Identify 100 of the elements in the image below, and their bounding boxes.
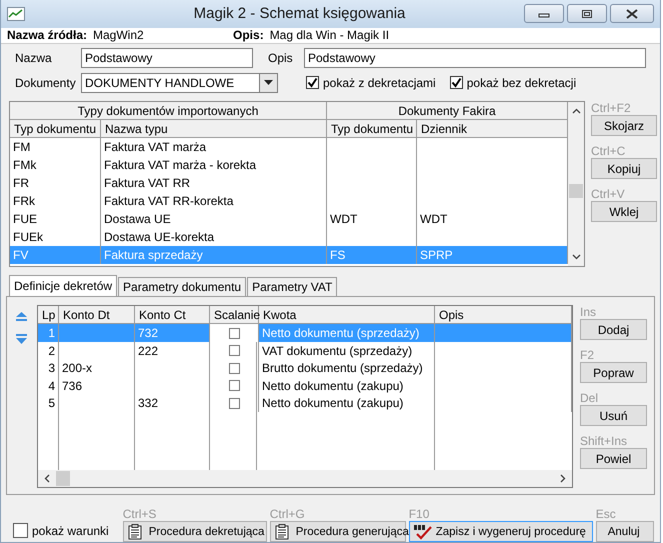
clipboard-icon bbox=[274, 524, 289, 540]
action-button[interactable]: Popraw bbox=[580, 362, 647, 384]
table-cell: Faktura VAT marża - korekta bbox=[101, 156, 327, 174]
source-description: Mag dla Win - Magik II bbox=[270, 28, 390, 42]
action-button[interactable]: Usuń bbox=[580, 405, 647, 426]
window-title: Magik 2 - Schemat księgowania bbox=[192, 5, 406, 22]
action-button[interactable]: Kopiuj bbox=[591, 158, 657, 180]
source-name-label: Nazwa źródła: bbox=[7, 28, 88, 42]
table-cell: WDT bbox=[327, 210, 417, 228]
chart-icon bbox=[7, 6, 25, 21]
filter-checkbox[interactable]: pokaż z dekretacjami bbox=[306, 76, 436, 90]
scroll-up-icon bbox=[572, 108, 580, 114]
action-button[interactable]: Dodaj bbox=[580, 319, 647, 340]
description-label: Opis bbox=[268, 50, 294, 65]
clipboard-icon bbox=[128, 524, 142, 540]
source-description-label: Opis: bbox=[233, 28, 264, 42]
documents-dropdown[interactable]: DOKUMENTY HANDLOWE bbox=[81, 72, 278, 93]
table-row[interactable]: 4 736 Netto dokumentu (zakupu) bbox=[38, 376, 572, 394]
shortcut-label: Ctrl+F2 bbox=[591, 101, 632, 116]
table-cell: FRk bbox=[10, 192, 101, 210]
footer-button[interactable]: Zapisz i wygeneruj procedurę bbox=[408, 521, 593, 542]
table-row[interactable]: 3 200-x Brutto dokumentu (sprzedaży) bbox=[38, 359, 572, 377]
show-conditions-checkbox[interactable]: pokaż warunki bbox=[13, 523, 109, 538]
shortcut-label: Ctrl+C bbox=[591, 144, 626, 158]
table-cell: FUE bbox=[10, 210, 101, 228]
maximize-icon bbox=[581, 8, 593, 19]
action-button[interactable]: Skojarz bbox=[591, 115, 657, 136]
action-button[interactable]: Powiel bbox=[580, 448, 647, 470]
table-cell: FS bbox=[327, 246, 417, 264]
table-cell: 332 bbox=[135, 394, 210, 412]
table-cell: Dostawa UE bbox=[101, 210, 327, 228]
horizontal-scrollbar[interactable] bbox=[38, 470, 572, 488]
merge-checkbox[interactable] bbox=[228, 345, 240, 356]
table-cell: FV bbox=[10, 246, 101, 264]
table-cell: 736 bbox=[59, 376, 135, 394]
shortcut-label: F2 bbox=[580, 348, 596, 362]
documents-label: Dokumenty bbox=[15, 76, 77, 90]
merge-checkbox[interactable] bbox=[228, 380, 240, 392]
table-cell: Faktura sprzedaży bbox=[101, 246, 327, 264]
table-row[interactable]: 2 222 VAT dokumentu (sprzedaży) bbox=[38, 342, 572, 360]
scroll-thumb[interactable] bbox=[569, 184, 583, 198]
footer-button[interactable]: Procedura dekretująca bbox=[122, 521, 267, 542]
column-header[interactable]: Typ dokumentu bbox=[10, 120, 101, 138]
name-field[interactable]: Podstawowy bbox=[81, 48, 253, 68]
caret-icon bbox=[264, 80, 273, 86]
table-cell: VAT dokumentu (sprzedaży) bbox=[259, 342, 435, 360]
merge-checkbox[interactable] bbox=[228, 362, 240, 374]
scroll-left-icon bbox=[44, 474, 50, 484]
check-icon bbox=[307, 77, 318, 88]
source-name: MagWin2 bbox=[93, 28, 145, 42]
close-icon bbox=[625, 8, 639, 19]
scroll-thumb[interactable] bbox=[56, 471, 70, 486]
move-down-icon[interactable] bbox=[15, 333, 28, 346]
scroll-down-icon bbox=[572, 254, 580, 260]
table-cell: Netto dokumentu (zakupu) bbox=[259, 376, 435, 394]
table-cell: Netto dokumentu (zakupu) bbox=[259, 394, 435, 412]
footer-button[interactable]: Anuluj bbox=[596, 521, 654, 542]
column-header[interactable]: Typ dokumentu bbox=[327, 120, 417, 138]
table-cell: Brutto dokumentu (sprzedaży) bbox=[259, 359, 435, 377]
table-cell: Netto dokumentu (sprzedaży) bbox=[259, 324, 435, 342]
shortcut-label: Ins bbox=[580, 305, 598, 320]
shortcut-label: Ctrl+G bbox=[270, 507, 306, 521]
close-button[interactable] bbox=[610, 4, 654, 24]
shortcut-label: Shift+Ins bbox=[580, 434, 628, 448]
table-cell: FM bbox=[10, 138, 101, 156]
table-row[interactable]: 5 332 Netto dokumentu (zakupu) bbox=[38, 394, 572, 412]
move-up-icon[interactable] bbox=[15, 311, 28, 324]
table-cell: 5 bbox=[38, 394, 59, 412]
name-label: Nazwa bbox=[15, 50, 53, 65]
description-field[interactable]: Podstawowy bbox=[304, 48, 646, 68]
table-cell: 200-x bbox=[59, 359, 135, 377]
table-cell: Faktura VAT marża bbox=[101, 138, 327, 156]
column-header[interactable]: Nazwa typu bbox=[101, 120, 327, 138]
tab[interactable]: Parametry VAT bbox=[247, 277, 338, 296]
minimize-button[interactable] bbox=[524, 4, 564, 24]
vertical-scrollbar[interactable] bbox=[568, 102, 584, 266]
table-cell: 3 bbox=[38, 359, 59, 377]
shortcut-label: Esc bbox=[596, 507, 617, 521]
maximize-button[interactable] bbox=[567, 4, 607, 24]
scroll-right-icon bbox=[560, 474, 566, 484]
filter-checkbox[interactable]: pokaż bez dekretacji bbox=[450, 76, 576, 90]
check-icon bbox=[450, 77, 462, 88]
database-check-icon bbox=[412, 524, 433, 540]
table-cell: 222 bbox=[135, 342, 210, 360]
shortcut-label: Del bbox=[580, 391, 600, 406]
table-cell: Faktura VAT RR-korekta bbox=[101, 192, 327, 210]
shortcut-label: Ctrl+S bbox=[122, 507, 158, 521]
merge-checkbox[interactable] bbox=[228, 398, 240, 409]
tab[interactable]: Definicje dekretów bbox=[9, 275, 118, 296]
merge-checkbox[interactable] bbox=[228, 328, 240, 339]
table-cell: FMk bbox=[10, 156, 101, 174]
table-cell: FR bbox=[10, 174, 101, 192]
table-cell: 1 bbox=[38, 324, 59, 342]
table-cell: 4 bbox=[38, 376, 59, 394]
action-button[interactable]: Wklej bbox=[591, 201, 657, 222]
shortcut-label: F10 bbox=[408, 507, 430, 521]
tab[interactable]: Parametry dokumentu bbox=[118, 277, 246, 296]
table-cell: Faktura VAT RR bbox=[101, 174, 327, 192]
shortcut-label: Ctrl+V bbox=[591, 187, 626, 202]
table-cell: 2 bbox=[38, 342, 59, 360]
